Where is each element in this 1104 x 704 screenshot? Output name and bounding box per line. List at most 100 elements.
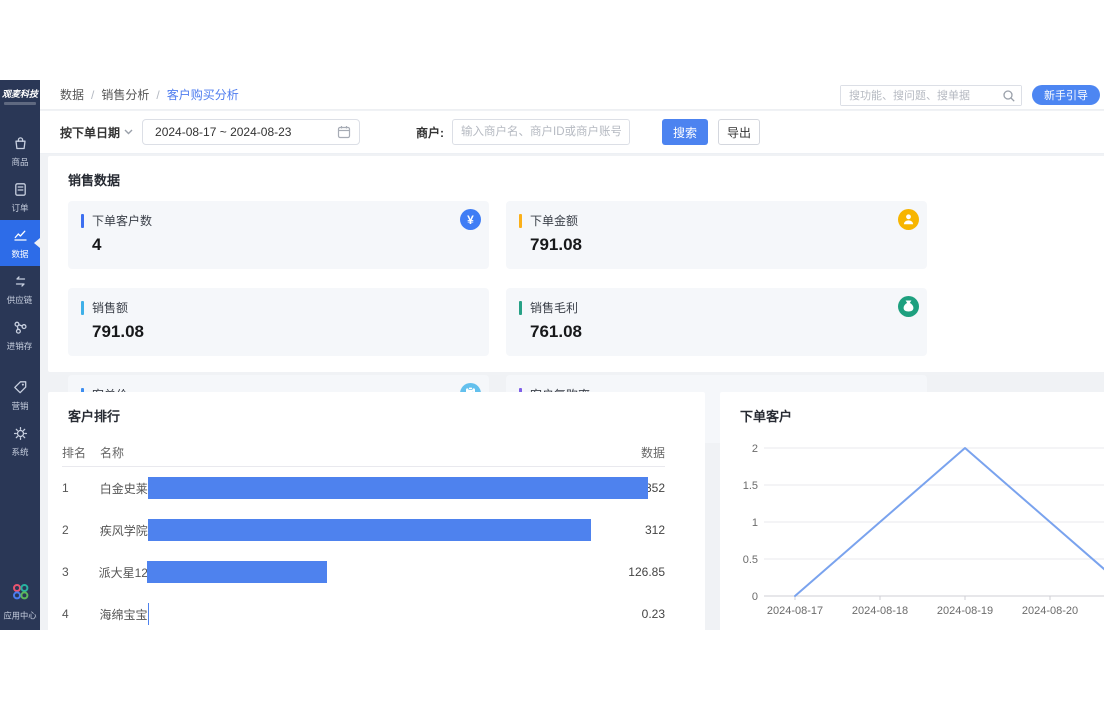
sidebar-item-label: 进销存 bbox=[7, 339, 33, 351]
ranking-row: 3派大星123126.85 bbox=[62, 551, 665, 593]
stat-card: 销售毛利761.08 bbox=[506, 288, 927, 356]
rank-cell: 2 bbox=[62, 523, 100, 537]
value-cell: 352 bbox=[645, 481, 665, 495]
sidebar-item-3[interactable]: 数据 bbox=[0, 220, 40, 266]
chart-title: 下单客户 bbox=[720, 392, 1104, 425]
date-type-label: 按下单日期 bbox=[60, 124, 120, 141]
stat-card-label: 销售额 bbox=[92, 299, 128, 316]
user-icon bbox=[898, 209, 919, 230]
sidebar-item-label: 营销 bbox=[11, 399, 28, 411]
export-button[interactable]: 导出 bbox=[718, 119, 760, 145]
breadcrumb-item[interactable]: 销售分析 bbox=[101, 86, 149, 103]
svg-text:2024-08-19: 2024-08-19 bbox=[937, 605, 993, 617]
global-search-input[interactable] bbox=[841, 86, 1021, 105]
card-accent-bar bbox=[81, 214, 84, 228]
svg-text:2024-08-17: 2024-08-17 bbox=[767, 605, 823, 617]
rank-cell: 4 bbox=[62, 607, 100, 621]
app-logo: 观麦科技 bbox=[0, 80, 40, 100]
merchant-label: 商户: bbox=[416, 124, 444, 141]
ranking-row: 1白金史莱克 352 bbox=[62, 467, 665, 509]
value-bar[interactable] bbox=[147, 561, 327, 583]
sidebar-item-7[interactable]: 系统 bbox=[0, 418, 40, 464]
ranking-row: 4海绵宝宝0.23 bbox=[62, 593, 665, 630]
svg-text:2: 2 bbox=[752, 443, 758, 455]
svg-text:1: 1 bbox=[752, 517, 758, 529]
name-cell: 白金史莱克 bbox=[100, 480, 148, 497]
moneybag-icon bbox=[898, 296, 919, 317]
breadcrumb-separator: / bbox=[156, 88, 159, 102]
bar-track bbox=[148, 519, 645, 541]
sidebar-item-label: 应用中心 bbox=[3, 610, 36, 622]
svg-text:1.5: 1.5 bbox=[743, 480, 758, 492]
sidebar-item-5[interactable]: 进销存 bbox=[0, 312, 40, 358]
sales-section-title: 销售数据 bbox=[48, 156, 1104, 189]
column-name: 名称 bbox=[100, 444, 148, 461]
app-window: 观麦科技 商品订单数据供应链进销存营销系统 应用中心 数据/销售分析/客户购买分… bbox=[0, 80, 1104, 630]
app-center-icon bbox=[11, 582, 30, 606]
date-type-select[interactable]: 按下单日期 bbox=[60, 124, 133, 141]
top-bar: 数据 / 销售分析 / 客户购买分析 新手引导 bbox=[40, 80, 1104, 110]
date-range-picker[interactable]: 2024-08-17 ~ 2024-08-23 bbox=[142, 119, 360, 145]
sidebar-item-label: 数据 bbox=[11, 247, 28, 259]
stat-card: 下单客户数4¥ bbox=[68, 201, 489, 269]
value-cell: 126.85 bbox=[628, 565, 665, 579]
name-cell: 派大星123 bbox=[99, 564, 147, 581]
sidebar-item-label: 订单 bbox=[11, 201, 28, 213]
svg-text:0: 0 bbox=[752, 591, 758, 603]
yen-icon: ¥ bbox=[460, 209, 481, 230]
value-bar[interactable] bbox=[148, 603, 149, 625]
line-chart-icon bbox=[12, 227, 29, 244]
sidebar-item-label: 商品 bbox=[11, 155, 28, 167]
breadcrumb-separator: / bbox=[91, 88, 94, 102]
sidebar-item-4[interactable]: 供应链 bbox=[0, 266, 40, 312]
svg-text:2024-08-20: 2024-08-20 bbox=[1022, 605, 1078, 617]
main-area: 数据 / 销售分析 / 客户购买分析 新手引导 按下单日期 bbox=[40, 80, 1104, 630]
value-bar[interactable] bbox=[148, 519, 591, 541]
breadcrumb-item[interactable]: 数据 bbox=[60, 86, 84, 103]
stat-card-label: 销售毛利 bbox=[530, 299, 578, 316]
screenshot-canvas: 观麦科技 商品订单数据供应链进销存营销系统 应用中心 数据/销售分析/客户购买分… bbox=[0, 0, 1104, 704]
sidebar-item-1[interactable]: 商品 bbox=[0, 128, 40, 174]
sidebar: 观麦科技 商品订单数据供应链进销存营销系统 应用中心 bbox=[0, 80, 40, 630]
sales-data-panel: 销售数据 下单客户数4¥ 下单金额 791.08销售额 791.08销售毛利761.0… bbox=[48, 156, 1104, 372]
value-cell: 312 bbox=[645, 523, 665, 537]
rank-cell: 1 bbox=[62, 481, 100, 495]
sidebar-item-label: 供应链 bbox=[7, 293, 33, 305]
svg-text:0.5: 0.5 bbox=[743, 554, 758, 566]
sidebar-item-6[interactable]: 营销 bbox=[0, 372, 40, 418]
logo-subtext bbox=[4, 102, 36, 105]
breadcrumb: 数据 / 销售分析 / 客户购买分析 bbox=[40, 86, 239, 103]
card-accent-bar bbox=[519, 301, 522, 315]
gear-icon bbox=[12, 425, 29, 442]
global-search-box[interactable] bbox=[840, 85, 1022, 106]
order-customers-panel: 下单客户 0 0.5 1 1.5 2 2024-08-17 2024-08-18 2024-0… bbox=[720, 392, 1104, 630]
share-nodes-icon bbox=[12, 319, 29, 336]
stat-card-value: 791.08 bbox=[92, 322, 475, 342]
bar-track bbox=[148, 477, 645, 499]
ranking-title: 客户排行 bbox=[48, 392, 705, 425]
new-user-guide-button[interactable]: 新手引导 bbox=[1032, 85, 1100, 105]
search-button[interactable]: 搜索 bbox=[662, 119, 708, 145]
card-accent-bar bbox=[81, 301, 84, 315]
stat-card-label: 下单客户数 bbox=[92, 212, 152, 229]
merchant-search-input[interactable] bbox=[452, 119, 630, 145]
order-doc-icon bbox=[12, 181, 29, 198]
topbar-right: 新手引导 bbox=[840, 80, 1100, 110]
column-data: 数据 bbox=[148, 444, 665, 461]
supply-arrows-icon bbox=[12, 273, 29, 290]
order-customers-line-chart: 0 0.5 1 1.5 2 2024-08-17 2024-08-18 2024-08-19 2… bbox=[720, 428, 1104, 630]
chevron-down-icon bbox=[124, 129, 133, 135]
stat-card-label: 下单金额 bbox=[530, 212, 578, 229]
value-cell: 0.23 bbox=[642, 607, 665, 621]
column-rank: 排名 bbox=[62, 444, 100, 461]
calendar-icon bbox=[337, 125, 351, 139]
svg-text:2024-08-18: 2024-08-18 bbox=[852, 605, 908, 617]
card-accent-bar bbox=[519, 214, 522, 228]
sidebar-item-2[interactable]: 订单 bbox=[0, 174, 40, 220]
stat-card: 销售额 791.08 bbox=[68, 288, 489, 356]
value-bar[interactable] bbox=[148, 477, 648, 499]
sidebar-item-app-center[interactable]: 应用中心 bbox=[0, 582, 40, 622]
search-icon[interactable] bbox=[1002, 89, 1016, 108]
svg-text:¥: ¥ bbox=[467, 213, 474, 227]
breadcrumb-item[interactable]: 客户购买分析 bbox=[167, 86, 239, 103]
